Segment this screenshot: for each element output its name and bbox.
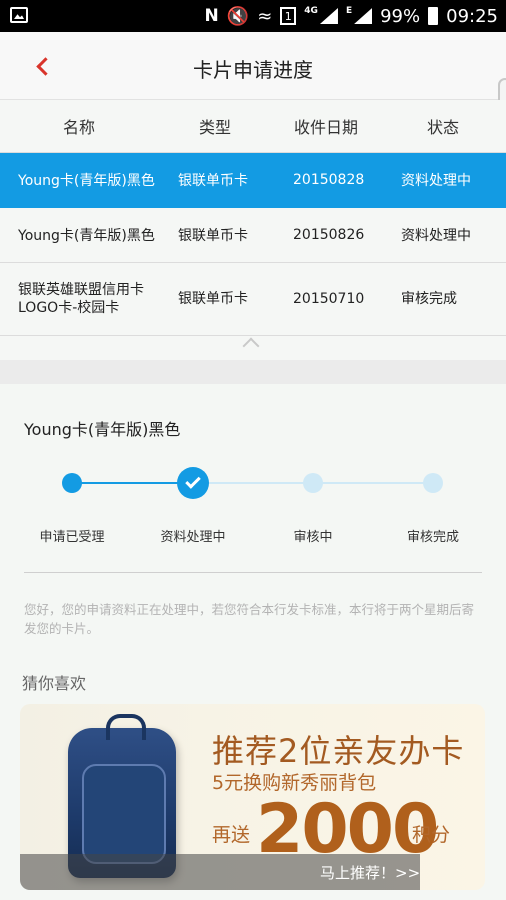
status-bar: N 🔇 ≈ 1 4G E 99% 09:25	[0, 0, 506, 32]
column-header-date: 收件日期	[293, 118, 358, 137]
step-label: 申请已受理	[39, 530, 105, 545]
signal-icon	[319, 8, 338, 24]
page-title: 卡片申请进度	[193, 58, 313, 82]
step-current-check-icon	[177, 467, 209, 499]
signal-type-label: E	[345, 6, 353, 16]
status-notice: 您好，您的申请资料正在处理中，若您符合本行发卡标准，本行将于两个星期后寄发您的卡…	[24, 602, 475, 636]
battery-percent: 99%	[380, 5, 421, 27]
table-header: 名称 类型 收件日期 状态	[0, 100, 506, 153]
app-header: 卡片申请进度	[0, 32, 506, 182]
detail-card-name: Young卡(青年版)黑色	[24, 420, 181, 439]
cell-name: Young卡(青年版)黑色	[18, 173, 155, 189]
table-row[interactable]: 银联英雄联盟信用卡 LOGO卡-校园卡 银联单币卡 20150710 审核完成	[0, 263, 506, 336]
step-label: 资料处理中	[160, 530, 226, 545]
clock: 09:25	[446, 5, 498, 27]
cell-status: 审核完成	[401, 291, 457, 307]
step-label: 审核完成	[406, 530, 459, 545]
cell-name: Young卡(青年版)黑色	[18, 228, 155, 244]
signal-icon-2	[354, 8, 373, 24]
section-divider	[0, 360, 506, 384]
applications-table: 名称 类型 收件日期 状态 Young卡(青年版)黑色 银联单币卡 201508…	[0, 100, 506, 360]
column-header-status: 状态	[426, 118, 459, 137]
step-pending-dot	[423, 473, 443, 493]
checkmark-icon	[185, 473, 201, 489]
cell-name-line2: LOGO卡-校园卡	[18, 300, 120, 316]
recommend-title: 猜你喜欢	[22, 674, 87, 693]
stepper-line	[72, 482, 193, 484]
banner-title: 推荐2位亲友办卡	[212, 732, 465, 770]
stepper-line	[313, 482, 433, 484]
cell-date: 20150710	[293, 291, 365, 307]
progress-detail: Young卡(青年版)黑色 申请已受理 资料处理中 审核中 审核完成 您好，您的申请资…	[0, 384, 506, 900]
gallery-notification-icon	[10, 7, 28, 23]
cell-date: 20150826	[293, 227, 365, 243]
nfc-icon: N	[204, 6, 219, 26]
column-header-name: 名称	[62, 118, 95, 137]
step-pending-dot	[303, 473, 323, 493]
cell-type: 银联单币卡	[178, 173, 248, 189]
cell-name: 银联英雄联盟信用卡 LOGO卡-校园卡	[0, 281, 158, 317]
cell-status: 资料处理中	[401, 228, 471, 244]
cell-name-line1: 银联英雄联盟信用卡	[18, 282, 144, 298]
table-row[interactable]: Young卡(青年版)黑色 银联单币卡 20150826 资料处理中	[0, 208, 506, 263]
cell-date: 20150828	[293, 172, 365, 188]
mute-icon: 🔇	[226, 5, 250, 27]
table-row[interactable]: Young卡(青年版)黑色 银联单币卡 20150828 资料处理中	[0, 153, 506, 208]
banner-points-suffix: 积分	[412, 824, 451, 846]
stepper-line	[193, 482, 313, 484]
recommend-now-link[interactable]: 马上推荐！>>	[320, 862, 420, 883]
battery-icon	[428, 7, 439, 25]
cell-type: 银联单币卡	[178, 228, 248, 244]
cell-status: 资料处理中	[401, 173, 471, 189]
sim-icon: 1	[280, 7, 297, 25]
step-done-dot	[62, 473, 82, 493]
banner-send-prefix: 再送	[212, 824, 251, 846]
wifi-icon: ≈	[257, 5, 273, 27]
divider	[24, 572, 482, 573]
column-header-type: 类型	[198, 118, 231, 137]
network-type-label: 4G	[304, 6, 318, 16]
promo-banner[interactable]: 推荐2位亲友办卡 5元换购新秀丽背包 再送 2000 积分 马上推荐！>>	[20, 704, 485, 890]
step-label: 审核中	[293, 530, 333, 545]
cell-type: 银联单币卡	[178, 291, 248, 307]
